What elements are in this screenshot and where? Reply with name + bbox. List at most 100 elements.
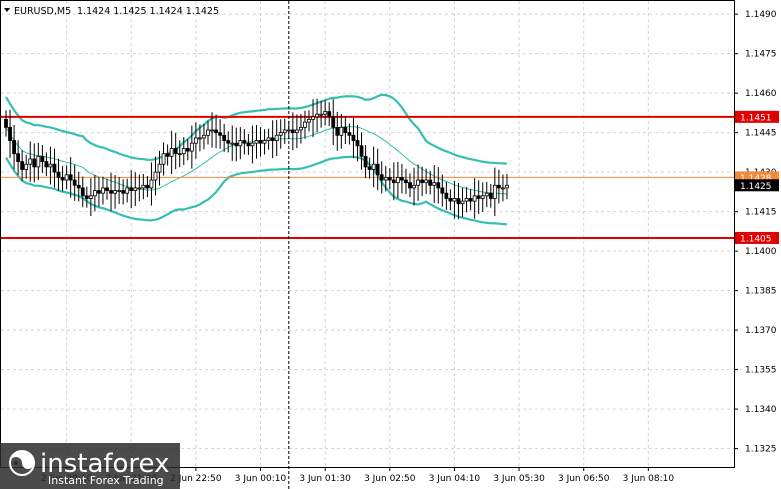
instaforex-logo: instaforex Instant Forex Trading [0,443,180,489]
candle-body [141,184,146,189]
x-tick-label: 3 Jun 01:30 [299,474,351,484]
candle-body [48,163,53,168]
candle-body [214,129,218,134]
candle-body [125,187,130,194]
candle-body [173,148,178,155]
candle-body [339,126,344,136]
candle-body [408,182,412,189]
candle-body [412,184,416,189]
candle-body [355,140,360,147]
x-tick-label: 3 Jun 02:50 [364,474,416,484]
candle-body [4,119,8,128]
x-tick-label: 3 Jun 08:10 [623,474,675,484]
candle-body [250,142,255,147]
candle-body [80,187,85,197]
candle-body [145,184,150,189]
candle-body [496,184,501,189]
x-tick-label: 3 Jun 06:50 [558,474,610,484]
candle-body [460,200,465,205]
y-tick-label: 1.1460 [745,89,777,99]
candle-body [278,132,283,136]
candle-body [359,145,364,157]
candle-body [480,195,485,199]
candle-body [476,195,481,199]
x-tick-label: 3 Jun 04:10 [429,474,481,484]
candle-body [315,113,319,118]
y-tick-label: 1.1475 [745,50,777,60]
candle-body [395,176,400,184]
candle-body [274,134,279,141]
y-tick-label: 1.1325 [745,445,777,455]
candle-body [169,148,174,157]
candle-body [137,187,142,190]
candle-body [60,176,65,181]
candle-body [92,190,97,197]
y-tick-label: 1.1415 [745,208,777,218]
candle-body [294,129,299,134]
y-tick-label: 1.1355 [745,366,777,376]
logo-tagline: Instant Forex Trading [48,474,164,487]
candle-body [371,163,376,170]
candle-body [117,190,122,192]
candle-body [363,155,368,168]
candle-body [153,171,158,181]
candle-body [484,192,489,197]
candle-body [436,182,441,189]
candle-body [193,137,198,144]
candle-body [226,140,231,144]
candle-body [105,187,109,191]
candle-body [101,187,105,194]
candle-body [270,137,275,141]
candle-body [16,153,21,162]
candle-body [72,179,77,186]
candle-body [383,176,388,181]
candle-body [149,179,154,189]
candle-body [367,166,372,170]
candle-body [464,198,469,202]
candle-body [472,195,477,202]
candle-body [428,179,433,186]
candle-body [206,129,210,136]
y-tick-label: 1.1340 [745,405,777,415]
candle-body [391,179,396,184]
candle-body [492,184,497,199]
x-tick-label: 3 Jun 00:10 [235,474,287,484]
y-tick-label: 1.1400 [745,247,777,257]
candle-body [254,140,259,144]
x-tick-label: 3 Jun 05:30 [493,474,545,484]
candle-body [189,142,194,152]
candle-body [323,111,328,115]
candle-body [52,163,57,173]
candle-body [36,155,41,168]
chart-header: EURUSD,M5 1.1424 1.1425 1.1424 1.1425 [4,6,219,17]
candle-body [222,134,227,141]
candle-body [133,187,138,191]
candle-body [456,198,461,205]
candle-body [351,134,356,141]
candle-body [32,158,37,168]
y-tick-label: 1.1370 [745,326,777,336]
candle-body [8,126,12,141]
candle-body [20,161,25,170]
price-chart[interactable]: 1.14901.14751.14601.14451.14301.14151.14… [0,0,781,489]
candle-body [84,195,89,199]
candle-body [246,142,251,147]
level-tag-label: 1.1451 [740,113,772,123]
y-tick-label: 1.1490 [745,10,777,20]
candle-body [230,142,235,145]
candle-body [161,153,166,165]
candle-body [44,161,49,168]
candle-body [157,163,162,173]
candle-body [109,190,113,194]
candle-body [331,116,336,128]
current-price-label: 1.1425 [740,182,772,192]
candle-body [282,129,287,134]
candle-body [303,121,307,128]
symbol-label: EURUSD,M5 [14,6,71,17]
candle-body [12,140,16,155]
candle-body [165,153,170,157]
candle-body [185,148,190,152]
y-tick-label: 1.1385 [745,287,777,297]
candle-body [448,198,453,202]
candle-body [416,179,420,186]
